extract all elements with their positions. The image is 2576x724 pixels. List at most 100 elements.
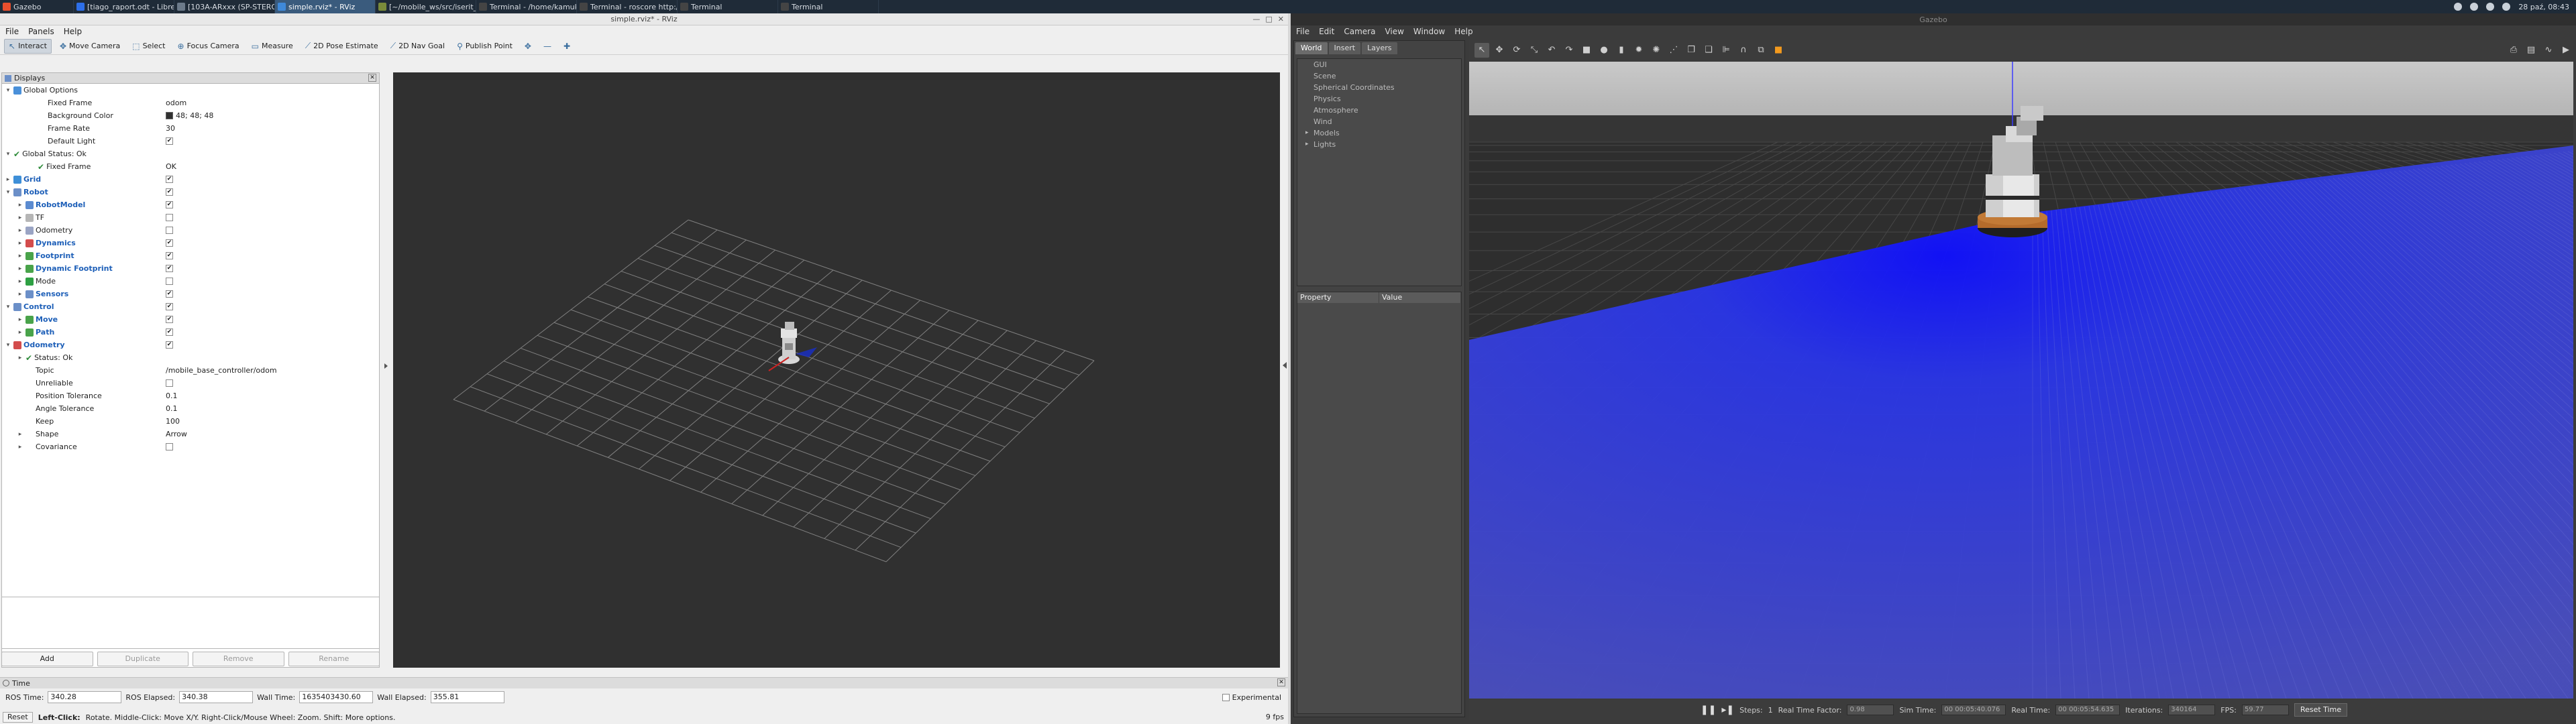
- expand-icon[interactable]: ▸: [17, 253, 23, 259]
- world-item[interactable]: Atmosphere: [1297, 105, 1461, 116]
- record-icon[interactable]: ■: [1771, 43, 1786, 58]
- taskbar-item[interactable]: [tiago_raport.odt - LibreOff...: [74, 0, 174, 13]
- enabled-checkbox[interactable]: ✔: [166, 290, 173, 298]
- expand-icon[interactable]: ▸: [17, 355, 23, 361]
- video-icon[interactable]: ▶: [2559, 43, 2573, 58]
- align-icon[interactable]: ⊫: [1719, 43, 1733, 58]
- taskbar-item[interactable]: Gazebo: [0, 0, 74, 13]
- tree-row[interactable]: Topic/mobile_base_controller/odom: [2, 364, 379, 377]
- expand-icon[interactable]: ▸: [17, 316, 23, 323]
- snap-icon[interactable]: ∩: [1736, 43, 1751, 58]
- gz-menu-view[interactable]: View: [1385, 27, 1403, 36]
- point-light-icon[interactable]: ✹: [1631, 43, 1646, 58]
- reset-time-button[interactable]: Reset Time: [2294, 703, 2348, 717]
- remove-tool-icon[interactable]: —: [539, 39, 555, 54]
- tree-value[interactable]: Arrow: [166, 430, 187, 438]
- world-item[interactable]: Scene: [1297, 70, 1461, 82]
- tree-row[interactable]: Position Tolerance 0.1: [2, 389, 379, 402]
- tree-row[interactable]: ▸ ✔ Status: Ok: [2, 351, 379, 364]
- expand-icon[interactable]: ▾: [5, 151, 11, 158]
- tree-row[interactable]: ▸ Move ✔: [2, 313, 379, 326]
- world-item[interactable]: Physics: [1297, 93, 1461, 105]
- tree-row[interactable]: ▾ Odometry ✔: [2, 339, 379, 351]
- expand-icon[interactable]: ▸: [17, 215, 23, 221]
- add-tool-icon[interactable]: ✚: [559, 39, 574, 54]
- change-view-icon[interactable]: ⧉: [1754, 43, 1768, 58]
- world-item[interactable]: Wind: [1297, 116, 1461, 127]
- tree-row[interactable]: ▾ ✔ Global Status: Ok: [2, 147, 379, 160]
- enabled-checkbox[interactable]: ✔: [166, 316, 173, 323]
- expand-icon[interactable]: ▸: [17, 278, 23, 285]
- color-swatch[interactable]: [166, 112, 173, 119]
- expand-icon[interactable]: ▾: [5, 342, 11, 349]
- enabled-checkbox[interactable]: [166, 278, 173, 285]
- rotate-mode-icon[interactable]: ⟳: [1509, 43, 1524, 58]
- undo-icon[interactable]: ↶: [1544, 43, 1559, 58]
- tree-row[interactable]: ▸ Grid ✔: [2, 173, 379, 186]
- tree-value[interactable]: /mobile_base_controller/odom: [166, 366, 277, 375]
- world-item[interactable]: ▸ Models: [1297, 127, 1461, 139]
- close-panel-icon[interactable]: ✕: [368, 74, 376, 82]
- tree-row[interactable]: ▸ RobotModel ✔: [2, 198, 379, 211]
- gz-menu-help[interactable]: Help: [1454, 27, 1472, 36]
- enabled-checkbox[interactable]: ✔: [166, 188, 173, 196]
- maximize-icon[interactable]: □: [1265, 15, 1272, 23]
- expand-icon[interactable]: ▾: [5, 189, 11, 196]
- add-button[interactable]: Add: [1, 652, 93, 666]
- duplicate-button[interactable]: Duplicate: [97, 652, 189, 666]
- tree-row[interactable]: Default Light ✔: [2, 135, 379, 147]
- tab-layers[interactable]: Layers: [1362, 42, 1397, 54]
- panel-splitter[interactable]: [381, 72, 392, 668]
- tool-2d-pose-estimate[interactable]: ⟋ 2D Pose Estimate: [301, 39, 382, 54]
- spot-light-icon[interactable]: ✺: [1649, 43, 1664, 58]
- cylinder-icon[interactable]: ▮: [1614, 43, 1629, 58]
- experimental-checkbox[interactable]: [1222, 693, 1230, 701]
- taskbar-item[interactable]: Terminal - roscore http://n...: [577, 0, 678, 13]
- gz-menu-camera[interactable]: Camera: [1344, 27, 1375, 36]
- expand-icon[interactable]: ▸: [1305, 127, 1309, 139]
- step-icon[interactable]: ▸❚: [1721, 705, 1734, 715]
- tool-focus-camera[interactable]: ⊕ Focus Camera: [174, 39, 244, 54]
- box-icon[interactable]: ■: [1579, 43, 1594, 58]
- expand-icon[interactable]: ▸: [17, 202, 23, 208]
- gz-menu-window[interactable]: Window: [1413, 27, 1445, 36]
- rviz-3d-view[interactable]: [393, 72, 1287, 668]
- tab-world[interactable]: World: [1295, 42, 1328, 54]
- gazebo-3d-view[interactable]: [1469, 62, 2573, 699]
- world-item[interactable]: GUI: [1297, 59, 1461, 70]
- pause-icon[interactable]: ❚❚: [1701, 705, 1716, 715]
- taskbar-item[interactable]: Terminal - /home/kamuku/...: [476, 0, 577, 13]
- select-mode-icon[interactable]: ↖: [1474, 43, 1489, 58]
- gz-menu-edit[interactable]: Edit: [1319, 27, 1334, 36]
- enabled-checkbox[interactable]: ✔: [166, 176, 173, 183]
- tree-value[interactable]: 0.1: [166, 404, 178, 413]
- enabled-checkbox[interactable]: [166, 227, 173, 234]
- tree-row[interactable]: ▸ Footprint ✔: [2, 249, 379, 262]
- ros-time-field[interactable]: 340.28: [48, 691, 122, 703]
- tree-value[interactable]: OK: [166, 162, 176, 171]
- rename-button[interactable]: Rename: [288, 652, 380, 666]
- remove-button[interactable]: Remove: [193, 652, 284, 666]
- expand-icon[interactable]: ▾: [5, 304, 11, 310]
- tree-value[interactable]: 30: [166, 124, 175, 133]
- menu-panels[interactable]: Panels: [28, 27, 54, 36]
- taskbar-item[interactable]: Terminal: [778, 0, 879, 13]
- wall-elapsed-field[interactable]: 355.81: [430, 691, 504, 703]
- tree-value[interactable]: odom: [166, 99, 186, 107]
- tree-row[interactable]: ▸ Dynamics ✔: [2, 237, 379, 249]
- tree-row[interactable]: Angle Tolerance 0.1: [2, 402, 379, 415]
- wall-time-field[interactable]: 1635403430.60: [299, 691, 374, 703]
- tree-row[interactable]: ▸ TF: [2, 211, 379, 224]
- expand-icon[interactable]: ▸: [1305, 139, 1309, 150]
- expand-icon[interactable]: ▸: [17, 265, 23, 272]
- tree-value[interactable]: 0.1: [166, 391, 178, 400]
- close-time-icon[interactable]: ✕: [1277, 678, 1285, 686]
- enabled-checkbox[interactable]: [166, 443, 173, 450]
- world-item[interactable]: ▸ Lights: [1297, 139, 1461, 150]
- menu-file[interactable]: File: [5, 27, 19, 36]
- expand-icon[interactable]: ▸: [17, 240, 23, 247]
- minimize-icon[interactable]: —: [1252, 15, 1260, 23]
- tree-row[interactable]: ▾ Global Options: [2, 84, 379, 97]
- tree-row[interactable]: ▸ Dynamic Footprint ✔: [2, 262, 379, 275]
- scale-mode-icon[interactable]: ⤡: [1527, 43, 1542, 58]
